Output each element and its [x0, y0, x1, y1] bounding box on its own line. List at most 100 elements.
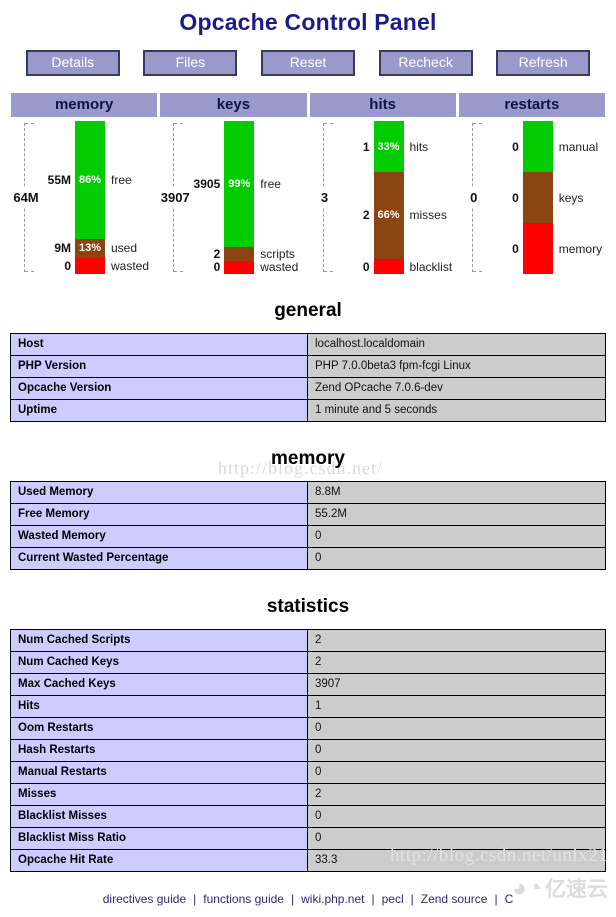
row-value: PHP 7.0.0beta3 fpm-fcgi Linux: [307, 355, 606, 379]
cloud-logo-icon: ◕◔: [511, 873, 542, 902]
segment-label: free: [111, 173, 132, 188]
bar-segment-wasted: 0 wasted: [214, 260, 299, 274]
chart-body: 64M 55M 86% free 9M 13% used 0 wasted: [11, 121, 157, 275]
segment-label: misses: [409, 208, 447, 223]
recheck-button[interactable]: Recheck: [378, 50, 473, 77]
chart-body: 3907 3905 99% free 2 scripts 0 wasted: [159, 121, 306, 274]
segment-value: 0: [362, 259, 370, 274]
segment-label: keys: [558, 190, 584, 205]
section-heading-memory: memory: [271, 448, 345, 470]
table-general: Host localhost.localdomain PHP Version PHP …: [10, 333, 606, 423]
row-key: Hash Restarts: [10, 739, 308, 763]
footer-separator: |: [410, 892, 414, 907]
chart-total-label: 3907: [159, 188, 191, 208]
segment-label: wasted: [111, 258, 150, 273]
table-row: Max Cached Keys 3907: [10, 673, 606, 697]
stacked-bar: 0 manual 0 keys 0 memory: [512, 121, 602, 275]
chart-title-hits: hits: [309, 93, 456, 118]
footer-separator: |: [371, 892, 375, 907]
row-value: 2: [307, 629, 606, 653]
chart-total-bracket: 3907: [159, 121, 191, 274]
logo-text: 亿速云: [545, 877, 608, 901]
chart-total-bracket: 3: [310, 121, 340, 274]
bar-area: 3905 99% free 2 scripts 0 wasted: [190, 121, 306, 274]
row-key: PHP Version: [10, 355, 308, 379]
segment-label: blacklist: [409, 259, 453, 274]
chart-title-keys: keys: [160, 93, 307, 118]
row-value: 8.8M: [307, 481, 606, 505]
footer-separator: |: [494, 892, 498, 907]
table-row: PHP Version PHP 7.0.0beta3 fpm-fcgi Linux: [10, 355, 606, 379]
segment-value: 0: [64, 258, 71, 273]
files-button[interactable]: Files: [143, 50, 238, 77]
row-key: Opcache Version: [10, 377, 308, 401]
chart-title-restarts: restarts: [458, 93, 605, 118]
chart-total-bracket: 0: [459, 121, 489, 274]
bar-segment-wasted: 0 wasted: [64, 257, 149, 275]
segment-value: 55M: [47, 173, 71, 188]
row-key: Oom Restarts: [10, 717, 308, 741]
segment-value: 2: [213, 246, 221, 261]
table-row: Current Wasted Percentage 0: [10, 547, 606, 571]
table-row: Num Cached Keys 2: [10, 651, 606, 675]
row-value: 1: [307, 695, 606, 719]
row-value: 0: [307, 739, 606, 763]
chart-body: 0 0 manual 0 keys 0 memory: [459, 121, 605, 275]
stacked-bar: 3905 99% free 2 scripts 0 wasted: [194, 121, 299, 274]
row-key: Max Cached Keys: [10, 673, 308, 697]
stacked-bar: 55M 86% free 9M 13% used 0 wasted: [48, 121, 149, 275]
footer-separator: |: [290, 892, 295, 907]
reset-button[interactable]: Reset: [260, 50, 355, 77]
table-row: Free Memory 55.2M: [10, 503, 606, 527]
segment-label: memory: [558, 241, 603, 256]
row-key: Free Memory: [10, 503, 308, 527]
row-value: 2: [307, 783, 606, 807]
table-row: Oom Restarts 0: [10, 717, 606, 741]
table-row: Hits 1: [10, 695, 606, 719]
segment-label: wasted: [260, 260, 299, 275]
bar-segment-manual: 0 manual: [512, 121, 598, 173]
row-key: Used Memory: [10, 481, 308, 505]
segment-percent: 33%: [377, 140, 400, 153]
page-title: Opcache Control Panel: [179, 9, 437, 35]
row-value: 0: [307, 761, 606, 785]
bar-area: 55M 86% free 9M 13% used 0 wasted: [41, 121, 157, 275]
details-button[interactable]: Details: [25, 50, 120, 77]
footer-link-3[interactable]: pecl: [382, 892, 404, 906]
row-key: Manual Restarts: [10, 761, 308, 785]
bar-area: 0 manual 0 keys 0 memory: [489, 121, 605, 275]
table-row: Misses 2: [10, 783, 606, 807]
row-value: 1 minute and 5 seconds: [307, 399, 606, 423]
opcache-control-panel: Opcache Control Panel Details Files Reset R…: [0, 0, 616, 917]
row-value: 3907: [307, 673, 606, 697]
bar-segment-free: 55M 86% free: [48, 121, 132, 240]
footer-link-4[interactable]: Zend source: [421, 892, 488, 906]
section-heading-statistics: statistics: [266, 596, 350, 618]
segment-label: scripts: [260, 246, 295, 261]
footer-link-0[interactable]: directives guide: [103, 892, 186, 906]
row-key: Num Cached Scripts: [10, 629, 308, 653]
row-key: Current Wasted Percentage: [10, 547, 308, 571]
refresh-button[interactable]: Refresh: [496, 50, 591, 77]
segment-value: 9M: [54, 241, 71, 256]
bar-segment-scripts: 2 scripts: [214, 247, 295, 261]
toolbar: Details Files Reset Recheck Refresh: [0, 50, 616, 77]
segment-label: hits: [409, 139, 429, 154]
row-key: Num Cached Keys: [10, 651, 308, 675]
segment-value: 0: [512, 139, 519, 154]
bar-segment-misses: 2 66% misses: [363, 171, 447, 260]
bar-segment-memory: 0 memory: [512, 223, 602, 275]
table-row: Used Memory 8.8M: [10, 481, 606, 505]
row-value: localhost.localdomain: [307, 333, 606, 357]
row-value: 2: [307, 651, 606, 675]
footer-link-2[interactable]: wiki.php.net: [301, 892, 364, 906]
row-key: Uptime: [10, 399, 308, 423]
bar-segment-keys: 0 keys: [512, 172, 583, 224]
row-value: 0: [307, 717, 606, 741]
footer-link-1[interactable]: functions guide: [203, 892, 284, 906]
table-row: Opcache Hit Rate 33.3: [10, 849, 606, 873]
chart-total-label: 64M: [12, 188, 40, 208]
stacked-bar: 1 33% hits 2 66% misses 0 blacklist: [363, 121, 452, 275]
table-memory: Used Memory 8.8M Free Memory 55.2M Wasted Me…: [10, 481, 606, 571]
table-row: Blacklist Miss Ratio 0: [10, 827, 606, 851]
